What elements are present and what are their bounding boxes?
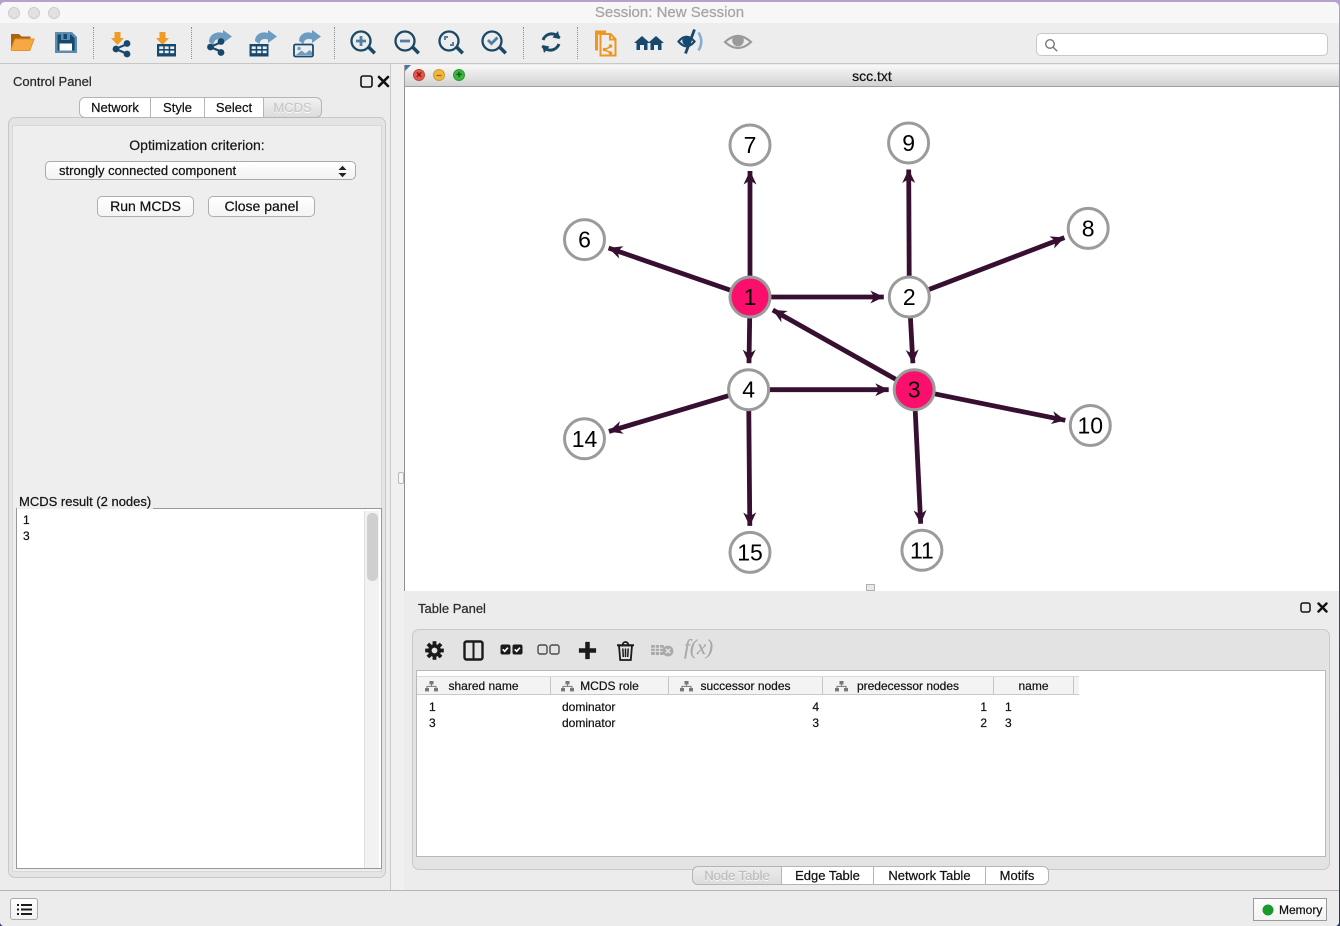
svg-text:6: 6 [578, 227, 591, 253]
svg-text:4: 4 [742, 377, 755, 403]
svg-text:9: 9 [902, 130, 915, 156]
svg-text:2: 2 [903, 284, 916, 310]
svg-text:3: 3 [908, 377, 921, 403]
svg-text:15: 15 [737, 539, 763, 565]
svg-text:11: 11 [910, 537, 934, 563]
svg-text:1: 1 [744, 284, 757, 310]
svg-text:10: 10 [1078, 413, 1104, 439]
svg-text:7: 7 [744, 132, 757, 158]
svg-text:8: 8 [1082, 215, 1095, 241]
svg-text:14: 14 [572, 426, 598, 452]
